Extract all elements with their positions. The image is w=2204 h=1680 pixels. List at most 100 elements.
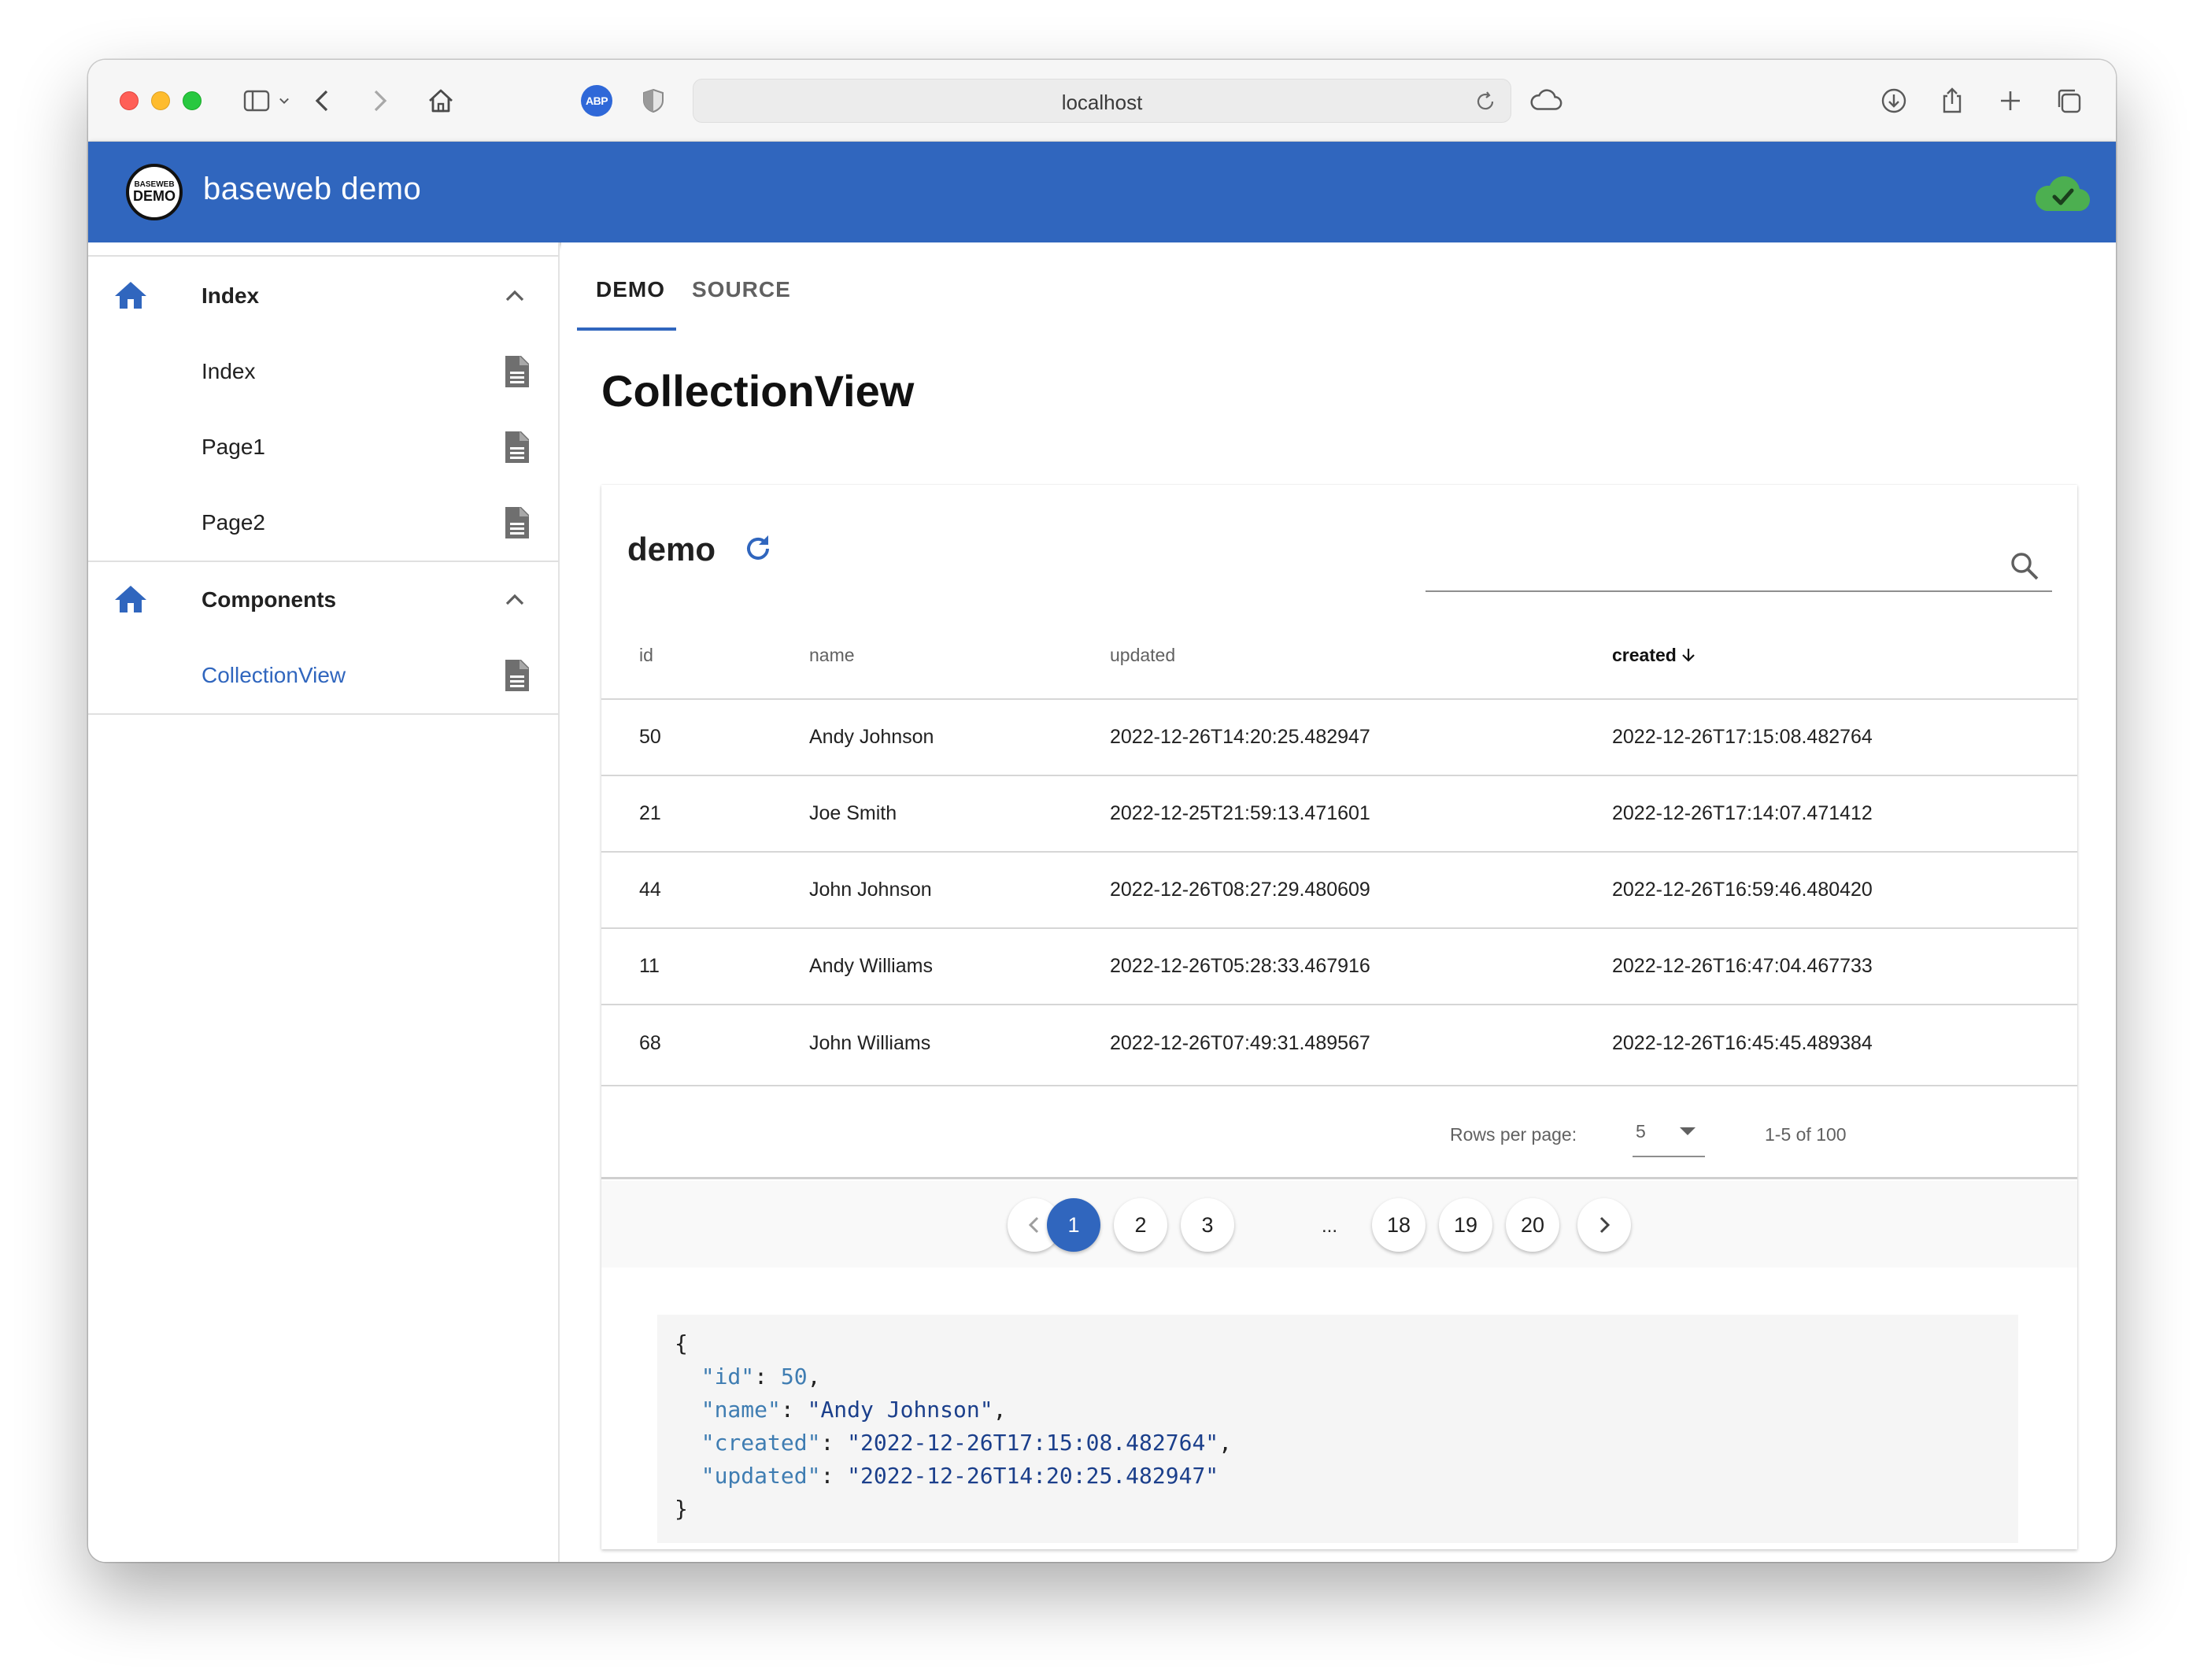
sidebar-group-index[interactable]: Index (88, 258, 559, 334)
page-button-18[interactable]: 18 (1372, 1198, 1426, 1252)
app-title: baseweb demo (203, 172, 422, 206)
rows-per-page-label: Rows per page: (1450, 1124, 1577, 1145)
share-icon[interactable] (1935, 83, 1969, 118)
chevron-down-icon[interactable] (272, 83, 296, 118)
sidebar-item-page1[interactable]: Page1 (88, 409, 559, 485)
chevron-right-icon (1599, 1216, 1610, 1234)
collection-table: id name updated created 50 Andy Johnson … (601, 612, 2077, 1081)
icloud-icon[interactable] (1525, 83, 1566, 118)
next-page-button[interactable] (1577, 1198, 1631, 1252)
tab-demo[interactable]: DEMO (596, 277, 665, 302)
cell-updated: 2022-12-25T21:59:13.471601 (1110, 775, 1612, 852)
cell-created: 2022-12-26T16:45:45.489384 (1612, 1004, 2077, 1081)
chevron-up-icon[interactable] (499, 584, 531, 616)
back-icon[interactable] (305, 83, 340, 118)
table-row[interactable]: 11 Andy Williams 2022-12-26T05:28:33.467… (601, 927, 2077, 1005)
search-icon[interactable] (2008, 550, 2041, 583)
column-header-name[interactable]: name (809, 612, 1110, 700)
tab-source[interactable]: SOURCE (692, 277, 791, 302)
rows-per-page-select[interactable]: 5 (1633, 1110, 1705, 1157)
json-key: "name" (701, 1397, 781, 1423)
sidebar: Index Index Page1 Page2 Components Colle… (88, 242, 560, 1562)
downloads-icon[interactable] (1877, 83, 1911, 118)
cell-id: 50 (601, 698, 809, 775)
table-header-row: id name updated created (601, 612, 2077, 700)
cell-name: John Williams (809, 1004, 1110, 1081)
search-field[interactable] (1426, 529, 2052, 592)
app-logo[interactable]: BASEWEB DEMO (126, 164, 183, 220)
page-button-1[interactable]: 1 (1047, 1198, 1100, 1252)
page-button-2[interactable]: 2 (1114, 1198, 1167, 1252)
selected-row-json: { "id": 50, "name": "Andy Johnson", "cre… (657, 1315, 2018, 1543)
sidebar-group-label: Components (202, 587, 337, 612)
close-window-button[interactable] (120, 91, 139, 110)
json-value: "2022-12-26T17:15:08.482764" (847, 1430, 1219, 1456)
cell-id: 11 (601, 927, 809, 1005)
column-header-created[interactable]: created (1612, 612, 2077, 700)
cell-id: 21 (601, 775, 809, 852)
rows-per-page-value: 5 (1636, 1121, 1646, 1142)
refresh-icon[interactable] (740, 531, 776, 567)
json-key: "id" (701, 1364, 755, 1390)
document-icon (505, 431, 529, 463)
json-open-brace: { (675, 1330, 688, 1356)
browser-window: ABP localhost BASEWEB DEMO baseweb demo … (88, 60, 2116, 1562)
forward-icon[interactable] (362, 83, 397, 118)
logo-text-bottom: DEMO (133, 188, 176, 204)
json-value: "2022-12-26T14:20:25.482947" (847, 1463, 1219, 1489)
table-row[interactable]: 68 John Williams 2022-12-26T07:49:31.489… (601, 1004, 2077, 1081)
cell-id: 68 (601, 1004, 809, 1081)
column-header-updated[interactable]: updated (1110, 612, 1612, 700)
sidebar-item-index[interactable]: Index (88, 334, 559, 409)
column-header-id[interactable]: id (601, 612, 809, 700)
sidebar-item-page2[interactable]: Page2 (88, 485, 559, 561)
cell-name: John Johnson (809, 851, 1110, 928)
tab-overview-icon[interactable] (2051, 83, 2086, 118)
collection-title: demo (627, 531, 716, 568)
sidebar-divider (88, 255, 559, 257)
cell-created: 2022-12-26T16:59:46.480420 (1612, 851, 2077, 928)
sidebar-item-label: Page1 (202, 435, 265, 459)
cell-created: 2022-12-26T17:14:07.471412 (1612, 775, 2077, 852)
json-separator: , (993, 1397, 1007, 1423)
home-icon (115, 282, 146, 309)
cell-updated: 2022-12-26T14:20:25.482947 (1110, 698, 1612, 775)
zoom-window-button[interactable] (183, 91, 202, 110)
reload-icon[interactable] (1473, 89, 1498, 114)
table-footer: Rows per page: 5 1-5 of 100 (601, 1085, 2077, 1179)
privacy-shield-icon[interactable] (636, 83, 671, 118)
table-row[interactable]: 44 John Johnson 2022-12-26T08:27:29.4806… (601, 851, 2077, 928)
home-icon[interactable] (423, 83, 458, 118)
table-row[interactable]: 21 Joe Smith 2022-12-25T21:59:13.471601 … (601, 775, 2077, 852)
table-row[interactable]: 50 Andy Johnson 2022-12-26T14:20:25.4829… (601, 698, 2077, 775)
json-separator: , (807, 1364, 821, 1390)
collection-card: demo id name updated created 50 Andy Joh… (601, 485, 2077, 1549)
pagination-range: 1-5 of 100 (1765, 1124, 1847, 1145)
json-value: 50 (780, 1364, 808, 1390)
page-button-3[interactable]: 3 (1181, 1198, 1234, 1252)
browser-toolbar: ABP localhost (88, 60, 2116, 142)
adblock-icon[interactable]: ABP (581, 85, 612, 117)
cell-id: 44 (601, 851, 809, 928)
cell-name: Joe Smith (809, 775, 1110, 852)
main-content: DEMO SOURCE CollectionView demo id name (561, 242, 2116, 1562)
caret-down-icon (1680, 1127, 1696, 1135)
json-key: "created" (701, 1430, 821, 1456)
sidebar-group-components[interactable]: Components (88, 562, 559, 638)
new-tab-icon[interactable] (1993, 83, 2028, 118)
page-button-19[interactable]: 19 (1439, 1198, 1492, 1252)
address-bar[interactable]: localhost (693, 79, 1511, 123)
minimize-window-button[interactable] (151, 91, 170, 110)
json-separator: , (1218, 1430, 1233, 1456)
sidebar-item-collectionview[interactable]: CollectionView (88, 638, 559, 713)
active-tab-indicator (577, 327, 676, 331)
cell-created: 2022-12-26T16:47:04.467733 (1612, 927, 2077, 1005)
search-input[interactable] (1426, 548, 1977, 579)
sidebar-item-label: Page2 (202, 510, 265, 535)
cell-name: Andy Williams (809, 927, 1110, 1005)
chevron-up-icon[interactable] (499, 280, 531, 312)
sidebar-toggle-icon[interactable] (239, 83, 274, 118)
cell-updated: 2022-12-26T08:27:29.480609 (1110, 851, 1612, 928)
page-button-20[interactable]: 20 (1506, 1198, 1559, 1252)
sidebar-divider (88, 713, 559, 715)
